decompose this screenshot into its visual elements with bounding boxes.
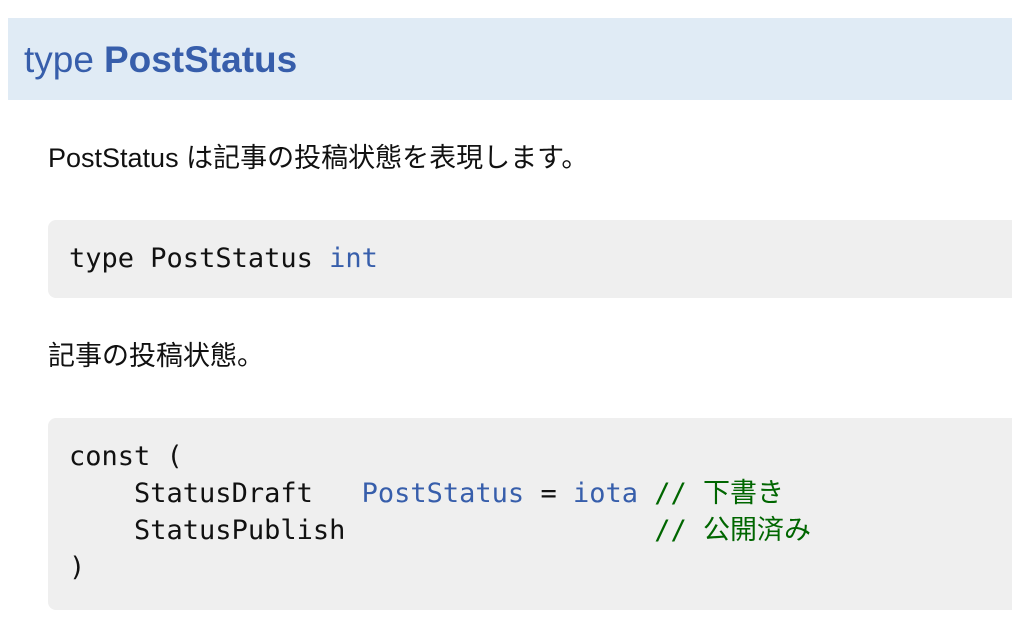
const-name-status-publish: StatusPublish <box>134 515 346 546</box>
type-declaration-code: type PostStatus int <box>48 220 1012 298</box>
heading-keyword: type <box>24 38 94 80</box>
const-declaration-code: const ( StatusDraft PostStatus = iota //… <box>48 418 1012 610</box>
code-line-const-open: const ( <box>69 441 183 472</box>
code-type-name: PostStatus <box>150 243 313 274</box>
type-heading[interactable]: type PostStatus <box>24 41 297 78</box>
const-assign: = <box>540 478 557 509</box>
type-heading-bar: type PostStatus <box>8 18 1012 100</box>
const-comment-publish: // 公開済み <box>654 515 811 546</box>
code-keyword-type: type <box>69 243 135 274</box>
code-underlying-type-link[interactable]: int <box>329 243 378 274</box>
heading-type-name: PostStatus <box>103 38 298 80</box>
type-description: PostStatus は記事の投稿状態を表現します。 <box>48 143 589 173</box>
code-line-status-publish: StatusPublish // 公開済み <box>69 512 1012 549</box>
const-comment-draft: // 下書き <box>654 478 785 509</box>
code-line-const-close: ) <box>69 552 86 583</box>
code-line-status-draft: StatusDraft PostStatus = iota // 下書き <box>69 475 1012 512</box>
code-line: type PostStatus int <box>69 240 1012 277</box>
const-type-link[interactable]: PostStatus <box>362 478 525 509</box>
const-iota-link[interactable]: iota <box>573 478 638 509</box>
const-description: 記事の投稿状態。 <box>48 341 264 371</box>
const-name-status-draft: StatusDraft <box>134 478 313 509</box>
